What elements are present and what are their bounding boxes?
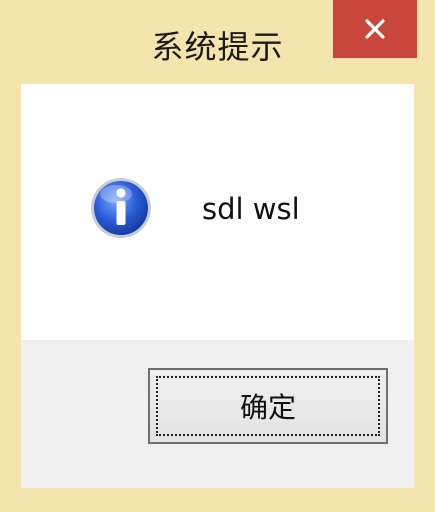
ok-button[interactable]: 确定 (148, 368, 388, 444)
message-box-window: 系统提示 sdl wsl 确定 (0, 0, 435, 512)
close-icon (365, 19, 385, 39)
info-icon (91, 178, 151, 238)
ok-button-label: 确定 (239, 391, 296, 424)
title-bar[interactable]: 系统提示 (0, 0, 435, 84)
message-area: sdl wsl (21, 84, 414, 340)
button-bar: 确定 (21, 340, 414, 488)
close-button[interactable] (333, 0, 417, 58)
message-text: sdl wsl (202, 192, 300, 226)
dialog-client-area: sdl wsl 确定 (21, 84, 414, 488)
